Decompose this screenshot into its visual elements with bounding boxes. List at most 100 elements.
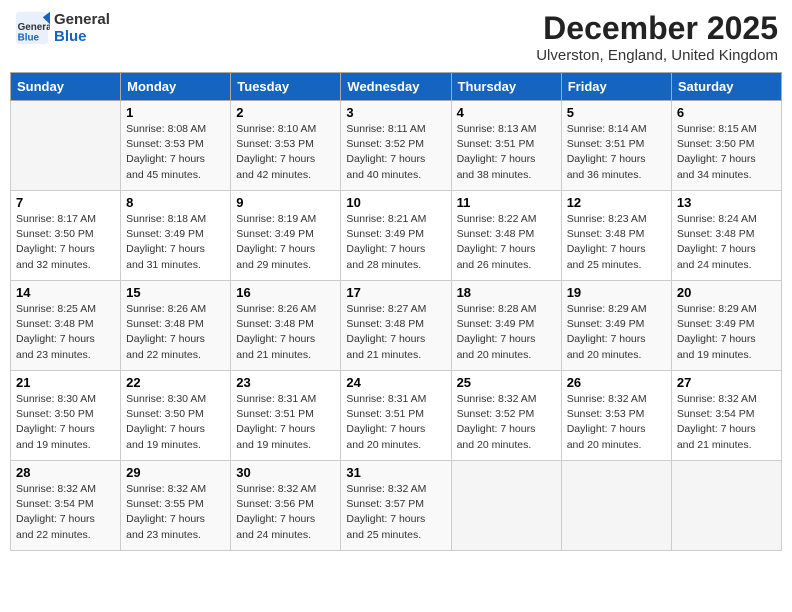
day-info: Sunrise: 8:32 AMSunset: 3:54 PMDaylight:… [16,482,115,543]
calendar-week-1: 7 Sunrise: 8:17 AMSunset: 3:50 PMDaylight… [11,191,782,281]
calendar-cell: 18 Sunrise: 8:28 AMSunset: 3:49 PMDayligh… [451,281,561,371]
day-number: 6 [677,105,776,120]
day-info: Sunrise: 8:32 AMSunset: 3:53 PMDaylight:… [567,392,666,453]
day-info: Sunrise: 8:29 AMSunset: 3:49 PMDaylight:… [567,302,666,363]
day-info: Sunrise: 8:32 AMSunset: 3:55 PMDaylight:… [126,482,225,543]
day-info: Sunrise: 8:18 AMSunset: 3:49 PMDaylight:… [126,212,225,273]
calendar-cell: 10 Sunrise: 8:21 AMSunset: 3:49 PMDayligh… [341,191,451,281]
calendar-cell: 15 Sunrise: 8:26 AMSunset: 3:48 PMDayligh… [121,281,231,371]
calendar-cell: 14 Sunrise: 8:25 AMSunset: 3:48 PMDayligh… [11,281,121,371]
day-info: Sunrise: 8:17 AMSunset: 3:50 PMDaylight:… [16,212,115,273]
day-info: Sunrise: 8:26 AMSunset: 3:48 PMDaylight:… [126,302,225,363]
day-info: Sunrise: 8:29 AMSunset: 3:49 PMDaylight:… [677,302,776,363]
calendar-cell: 31 Sunrise: 8:32 AMSunset: 3:57 PMDayligh… [341,461,451,551]
page-header: General Blue General Blue December 2025 … [10,10,782,64]
logo-blue-text: Blue [54,28,110,45]
calendar-cell [671,461,781,551]
day-info: Sunrise: 8:27 AMSunset: 3:48 PMDaylight:… [346,302,445,363]
logo-general-text: General [54,11,110,28]
calendar-cell: 23 Sunrise: 8:31 AMSunset: 3:51 PMDayligh… [231,371,341,461]
day-info: Sunrise: 8:31 AMSunset: 3:51 PMDaylight:… [346,392,445,453]
calendar-body: 1 Sunrise: 8:08 AMSunset: 3:53 PMDaylight… [11,101,782,551]
calendar-week-0: 1 Sunrise: 8:08 AMSunset: 3:53 PMDaylight… [11,101,782,191]
calendar-cell: 25 Sunrise: 8:32 AMSunset: 3:52 PMDayligh… [451,371,561,461]
calendar-cell [451,461,561,551]
calendar-week-4: 28 Sunrise: 8:32 AMSunset: 3:54 PMDayligh… [11,461,782,551]
day-info: Sunrise: 8:10 AMSunset: 3:53 PMDaylight:… [236,122,335,183]
day-info: Sunrise: 8:21 AMSunset: 3:49 PMDaylight:… [346,212,445,273]
calendar-cell: 12 Sunrise: 8:23 AMSunset: 3:48 PMDayligh… [561,191,671,281]
calendar-cell: 7 Sunrise: 8:17 AMSunset: 3:50 PMDaylight… [11,191,121,281]
day-number: 24 [346,375,445,390]
day-number: 27 [677,375,776,390]
calendar-cell: 29Sunrise: 8:32 AMSunset: 3:55 PMDayligh… [121,461,231,551]
day-number: 13 [677,195,776,210]
day-info: Sunrise: 8:24 AMSunset: 3:48 PMDaylight:… [677,212,776,273]
calendar-cell: 2 Sunrise: 8:10 AMSunset: 3:53 PMDaylight… [231,101,341,191]
calendar-table: SundayMondayTuesdayWednesdayThursdayFrid… [10,72,782,551]
day-number: 14 [16,285,115,300]
day-info: Sunrise: 8:26 AMSunset: 3:48 PMDaylight:… [236,302,335,363]
day-number: 15 [126,285,225,300]
day-header-thursday: Thursday [451,73,561,101]
calendar-header: SundayMondayTuesdayWednesdayThursdayFrid… [11,73,782,101]
day-number: 2 [236,105,335,120]
title-block: December 2025 Ulverston, England, United… [536,10,778,64]
day-header-friday: Friday [561,73,671,101]
month-title: December 2025 [536,10,778,47]
day-info: Sunrise: 8:13 AMSunset: 3:51 PMDaylight:… [457,122,556,183]
day-info: Sunrise: 8:19 AMSunset: 3:49 PMDaylight:… [236,212,335,273]
calendar-cell: 26Sunrise: 8:32 AMSunset: 3:53 PMDayligh… [561,371,671,461]
day-number: 30 [236,465,335,480]
day-info: Sunrise: 8:32 AMSunset: 3:57 PMDaylight:… [346,482,445,543]
day-number: 17 [346,285,445,300]
day-number: 11 [457,195,556,210]
svg-text:Blue: Blue [18,33,40,44]
day-info: Sunrise: 8:23 AMSunset: 3:48 PMDaylight:… [567,212,666,273]
calendar-cell: 19Sunrise: 8:29 AMSunset: 3:49 PMDayligh… [561,281,671,371]
day-number: 25 [457,375,556,390]
day-number: 20 [677,285,776,300]
calendar-cell: 28 Sunrise: 8:32 AMSunset: 3:54 PMDayligh… [11,461,121,551]
day-info: Sunrise: 8:30 AMSunset: 3:50 PMDaylight:… [16,392,115,453]
day-info: Sunrise: 8:08 AMSunset: 3:53 PMDaylight:… [126,122,225,183]
calendar-cell: 9 Sunrise: 8:19 AMSunset: 3:49 PMDaylight… [231,191,341,281]
day-header-sunday: Sunday [11,73,121,101]
calendar-cell: 30Sunrise: 8:32 AMSunset: 3:56 PMDayligh… [231,461,341,551]
day-number: 3 [346,105,445,120]
day-number: 23 [236,375,335,390]
day-info: Sunrise: 8:32 AMSunset: 3:52 PMDaylight:… [457,392,556,453]
day-info: Sunrise: 8:32 AMSunset: 3:54 PMDaylight:… [677,392,776,453]
calendar-cell: 22Sunrise: 8:30 AMSunset: 3:50 PMDayligh… [121,371,231,461]
day-number: 7 [16,195,115,210]
day-number: 1 [126,105,225,120]
calendar-cell: 6 Sunrise: 8:15 AMSunset: 3:50 PMDaylight… [671,101,781,191]
calendar-cell: 27 Sunrise: 8:32 AMSunset: 3:54 PMDayligh… [671,371,781,461]
calendar-cell: 16Sunrise: 8:26 AMSunset: 3:48 PMDayligh… [231,281,341,371]
calendar-cell: 11 Sunrise: 8:22 AMSunset: 3:48 PMDayligh… [451,191,561,281]
calendar-cell [11,101,121,191]
day-info: Sunrise: 8:31 AMSunset: 3:51 PMDaylight:… [236,392,335,453]
logo-icon: General Blue [14,10,50,46]
calendar-cell [561,461,671,551]
location: Ulverston, England, United Kingdom [536,47,778,64]
calendar-cell: 1 Sunrise: 8:08 AMSunset: 3:53 PMDaylight… [121,101,231,191]
day-number: 12 [567,195,666,210]
day-number: 28 [16,465,115,480]
day-info: Sunrise: 8:28 AMSunset: 3:49 PMDaylight:… [457,302,556,363]
day-number: 31 [346,465,445,480]
calendar-cell: 20 Sunrise: 8:29 AMSunset: 3:49 PMDayligh… [671,281,781,371]
day-number: 18 [457,285,556,300]
day-number: 10 [346,195,445,210]
day-info: Sunrise: 8:22 AMSunset: 3:48 PMDaylight:… [457,212,556,273]
day-number: 22 [126,375,225,390]
day-number: 21 [16,375,115,390]
day-info: Sunrise: 8:14 AMSunset: 3:51 PMDaylight:… [567,122,666,183]
day-number: 8 [126,195,225,210]
logo: General Blue General Blue [14,10,110,46]
calendar-cell: 24 Sunrise: 8:31 AMSunset: 3:51 PMDayligh… [341,371,451,461]
day-info: Sunrise: 8:15 AMSunset: 3:50 PMDaylight:… [677,122,776,183]
calendar-cell: 8 Sunrise: 8:18 AMSunset: 3:49 PMDaylight… [121,191,231,281]
day-number: 9 [236,195,335,210]
day-info: Sunrise: 8:25 AMSunset: 3:48 PMDaylight:… [16,302,115,363]
